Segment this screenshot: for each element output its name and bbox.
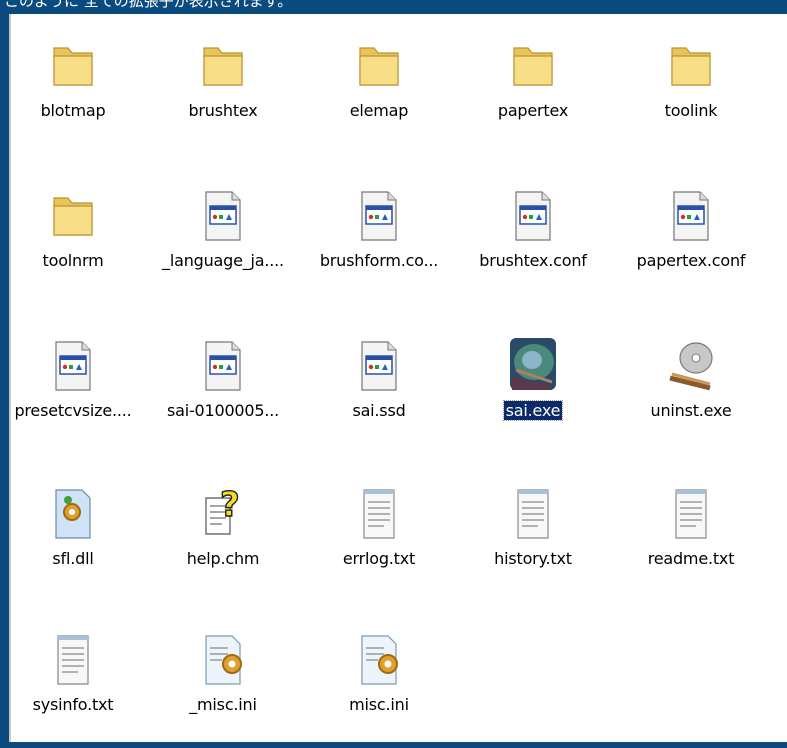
file-label-text: sai.ssd — [352, 401, 406, 420]
explorer-file-view[interactable]: blotmap brushtex elemap papertex toolink tool… — [9, 14, 787, 742]
file-label: _misc.ini — [148, 695, 298, 714]
file-label: errlog.txt — [304, 549, 454, 568]
file-label: uninst.exe — [616, 401, 766, 420]
svg-text:?: ? — [220, 485, 240, 525]
file-label-text: toolink — [664, 101, 718, 120]
app-file-icon — [198, 334, 248, 394]
file-label: sai.exe — [458, 400, 608, 421]
file-item[interactable]: sai.ssd — [304, 324, 454, 454]
text-file-icon — [508, 482, 558, 542]
caption-text: このように 全ての拡張子が表示されます。 — [0, 0, 787, 14]
file-label: brushtex.conf — [458, 251, 608, 270]
folder-icon — [508, 34, 558, 94]
file-item[interactable]: _misc.ini — [148, 618, 298, 748]
dll-gear-icon — [48, 482, 98, 542]
file-item[interactable]: readme.txt — [616, 472, 766, 602]
file-label-text: papertex.conf — [636, 251, 746, 270]
app-file-icon — [666, 184, 716, 244]
file-label: toolink — [616, 101, 766, 120]
file-label-text: brushform.co... — [319, 251, 439, 270]
file-item[interactable]: elemap — [304, 24, 454, 154]
file-label-text: uninst.exe — [650, 401, 732, 420]
file-label-text: _language_ja.... — [162, 251, 284, 270]
text-file-icon — [354, 482, 404, 542]
file-label-text: sfl.dll — [52, 549, 94, 568]
text-file-icon — [666, 482, 716, 542]
folder-icon — [354, 34, 404, 94]
file-label: help.chm — [148, 549, 298, 568]
app-file-icon — [354, 184, 404, 244]
file-label-text: _misc.ini — [189, 695, 257, 714]
file-label-text: papertex — [497, 101, 569, 120]
file-label: _language_ja.... — [148, 251, 298, 270]
file-item[interactable]: history.txt — [458, 472, 608, 602]
file-item[interactable]: sai.exe — [458, 324, 608, 454]
file-label-text: misc.ini — [349, 695, 409, 714]
app-file-icon — [198, 184, 248, 244]
file-label: misc.ini — [304, 695, 454, 714]
file-label-text: elemap — [349, 101, 409, 120]
text-file-icon — [48, 628, 98, 688]
file-item[interactable]: sysinfo.txt — [0, 618, 148, 748]
file-label-text: toolnrm — [42, 251, 104, 270]
file-label-text: help.chm — [186, 549, 260, 568]
folder-icon — [198, 34, 248, 94]
file-label-text: sai-0100005... — [166, 401, 280, 420]
file-item[interactable]: papertex — [458, 24, 608, 154]
file-label: toolnrm — [0, 251, 148, 270]
file-item[interactable]: brushform.co... — [304, 174, 454, 304]
uninstall-cd-icon — [666, 334, 716, 394]
file-item[interactable]: toolink — [616, 24, 766, 154]
file-label: papertex.conf — [616, 251, 766, 270]
file-label: readme.txt — [616, 549, 766, 568]
file-label: history.txt — [458, 549, 608, 568]
app-file-icon — [354, 334, 404, 394]
file-item[interactable]: papertex.conf — [616, 174, 766, 304]
file-label: sai.ssd — [304, 401, 454, 420]
file-label: elemap — [304, 101, 454, 120]
file-item[interactable]: ? help.chm — [148, 472, 298, 602]
file-label-text: blotmap — [40, 101, 106, 120]
file-item[interactable]: _language_ja.... — [148, 174, 298, 304]
file-item[interactable]: misc.ini — [304, 618, 454, 748]
file-label-text: presetcvsize.... — [14, 401, 132, 420]
file-item[interactable]: sai-0100005... — [148, 324, 298, 454]
file-label-text: sysinfo.txt — [32, 695, 114, 714]
file-item[interactable]: brushtex — [148, 24, 298, 154]
file-label: sai-0100005... — [148, 401, 298, 420]
file-label: papertex — [458, 101, 608, 120]
folder-icon — [666, 34, 716, 94]
file-label-text: history.txt — [494, 549, 572, 568]
ini-gear-icon — [198, 628, 248, 688]
folder-icon — [48, 34, 98, 94]
file-item[interactable]: uninst.exe — [616, 324, 766, 454]
file-item[interactable]: presetcvsize.... — [0, 324, 148, 454]
file-label-text: errlog.txt — [342, 549, 416, 568]
file-label: brushform.co... — [304, 251, 454, 270]
file-label-text: brushtex — [188, 101, 258, 120]
file-item[interactable]: blotmap — [0, 24, 148, 154]
file-label-text: readme.txt — [647, 549, 735, 568]
file-item[interactable]: brushtex.conf — [458, 174, 608, 304]
file-label-text: brushtex.conf — [479, 251, 587, 270]
file-label-text: sai.exe — [502, 400, 564, 421]
file-item[interactable]: sfl.dll — [0, 472, 148, 602]
file-label: sfl.dll — [0, 549, 148, 568]
help-file-icon: ? — [198, 482, 248, 542]
file-label: sysinfo.txt — [0, 695, 148, 714]
file-label: blotmap — [0, 101, 148, 120]
file-item[interactable]: errlog.txt — [304, 472, 454, 602]
app-file-icon — [508, 184, 558, 244]
app-file-icon — [48, 334, 98, 394]
caption-label: このように 全ての拡張子が表示されます。 — [4, 0, 293, 10]
folder-icon — [48, 184, 98, 244]
ini-gear-icon — [354, 628, 404, 688]
file-label: presetcvsize.... — [0, 401, 148, 420]
file-item[interactable]: toolnrm — [0, 174, 148, 304]
file-label: brushtex — [148, 101, 298, 120]
sai-app-icon — [508, 334, 558, 394]
